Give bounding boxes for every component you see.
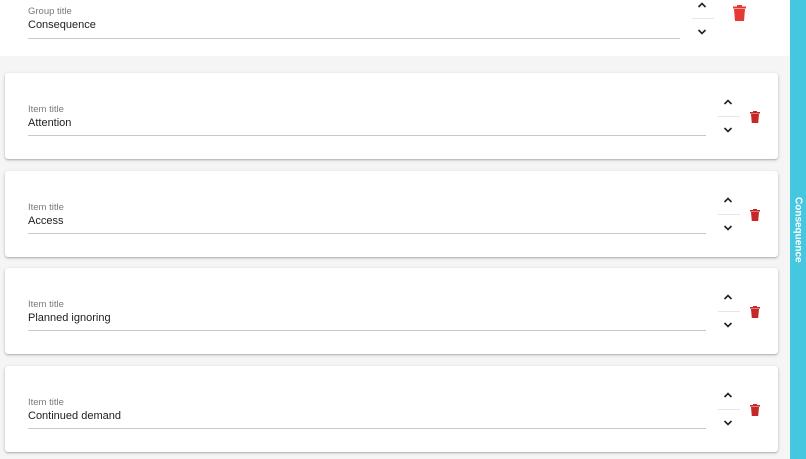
item-move-up-button[interactable] bbox=[718, 192, 738, 208]
item-arrow-divider bbox=[718, 116, 740, 117]
item-title-label: Item title bbox=[28, 299, 64, 310]
item-title-underline bbox=[28, 135, 706, 136]
chevron-up-icon bbox=[723, 99, 733, 105]
item-move-down-button[interactable] bbox=[718, 220, 738, 236]
item-move-down-button[interactable] bbox=[718, 122, 738, 138]
chevron-up-icon bbox=[723, 197, 733, 203]
item-card: Item title Access bbox=[5, 171, 778, 257]
trash-icon bbox=[750, 209, 760, 221]
item-title-underline bbox=[28, 428, 706, 429]
group-arrow-divider bbox=[692, 18, 714, 19]
item-move-up-button[interactable] bbox=[718, 387, 738, 403]
chevron-down-icon bbox=[723, 225, 733, 231]
item-arrow-divider bbox=[718, 214, 740, 215]
group-move-down-button[interactable] bbox=[692, 24, 712, 40]
item-title-input[interactable]: Planned ignoring bbox=[28, 312, 111, 324]
item-title-underline bbox=[28, 330, 706, 331]
chevron-down-icon bbox=[723, 127, 733, 133]
item-move-down-button[interactable] bbox=[718, 317, 738, 333]
item-card: Item title Attention bbox=[5, 73, 778, 159]
item-card: Item title Continued demand bbox=[5, 366, 778, 452]
item-arrow-divider bbox=[718, 409, 740, 410]
group-move-up-button[interactable] bbox=[692, 0, 712, 13]
item-move-up-button[interactable] bbox=[718, 289, 738, 305]
item-title-label: Item title bbox=[28, 397, 64, 408]
chevron-up-icon bbox=[723, 294, 733, 300]
chevron-down-icon bbox=[723, 322, 733, 328]
trash-icon bbox=[750, 404, 760, 416]
group-title-input[interactable]: Consequence bbox=[28, 19, 96, 31]
item-title-label: Item title bbox=[28, 104, 64, 115]
item-title-input[interactable]: Access bbox=[28, 215, 63, 227]
group-title-underline bbox=[28, 38, 680, 39]
item-delete-button[interactable] bbox=[750, 403, 760, 421]
item-move-up-button[interactable] bbox=[718, 94, 738, 110]
side-tab-consequence[interactable]: Consequence bbox=[790, 0, 806, 459]
item-card: Item title Planned ignoring bbox=[5, 268, 778, 354]
chevron-down-icon bbox=[723, 420, 733, 426]
chevron-up-icon bbox=[723, 392, 733, 398]
group-title-label: Group title bbox=[28, 6, 72, 17]
item-title-label: Item title bbox=[28, 202, 64, 213]
side-tab-label: Consequence bbox=[792, 196, 804, 263]
item-delete-button[interactable] bbox=[750, 110, 760, 128]
trash-icon bbox=[733, 5, 746, 21]
group-delete-button[interactable] bbox=[733, 5, 746, 26]
chevron-down-icon bbox=[697, 29, 707, 35]
chevron-up-icon bbox=[697, 2, 707, 8]
trash-icon bbox=[750, 306, 760, 318]
item-arrow-divider bbox=[718, 311, 740, 312]
item-title-input[interactable]: Attention bbox=[28, 117, 71, 129]
trash-icon bbox=[750, 111, 760, 123]
item-move-down-button[interactable] bbox=[718, 415, 738, 431]
group-header: Group title Consequence bbox=[0, 0, 790, 56]
item-delete-button[interactable] bbox=[750, 208, 760, 226]
item-title-underline bbox=[28, 233, 706, 234]
item-delete-button[interactable] bbox=[750, 305, 760, 323]
item-title-input[interactable]: Continued demand bbox=[28, 410, 121, 422]
